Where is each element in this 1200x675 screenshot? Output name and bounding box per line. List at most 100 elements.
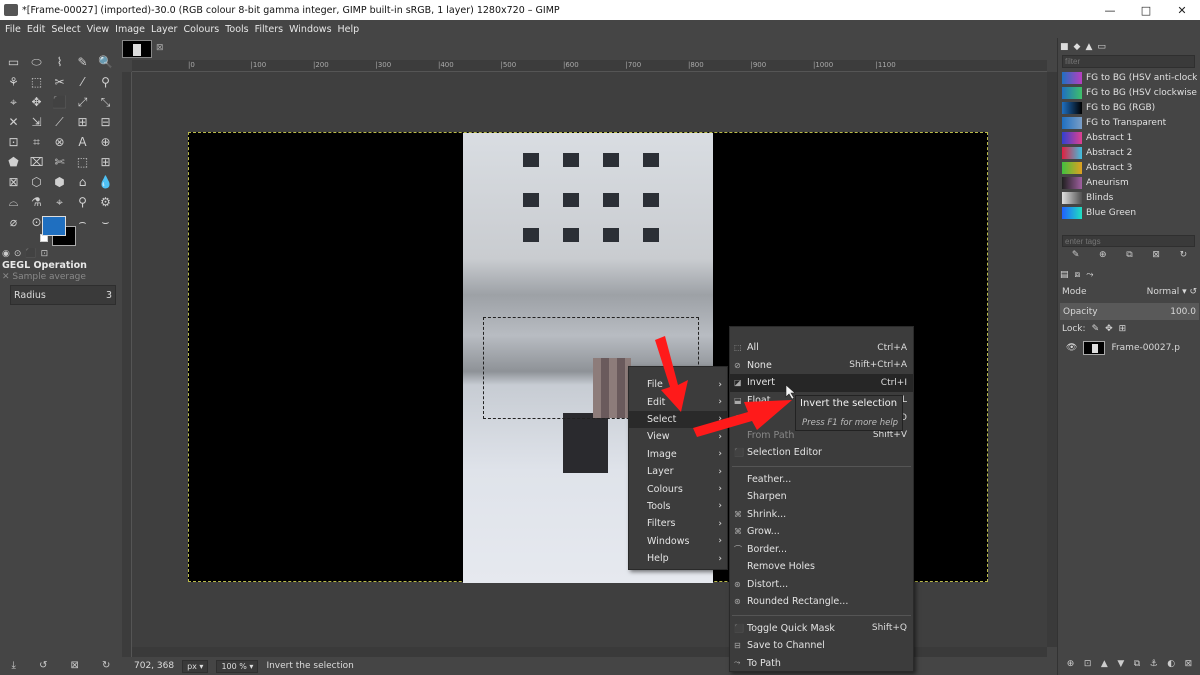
undo-history-tab-icon[interactable]: ⬛ — [25, 249, 36, 259]
tool-icon[interactable]: ⟋ — [48, 112, 71, 132]
tool-icon[interactable]: ⌗ — [25, 132, 48, 152]
device-status-tab-icon[interactable]: ⊙ — [14, 249, 22, 259]
tool-icon[interactable]: ⬚ — [71, 152, 94, 172]
select-menu-item[interactable]: ⬚ All Ctrl+A — [730, 339, 913, 357]
paths-tab-icon[interactable]: ⤳ — [1086, 270, 1093, 280]
gradient-item[interactable]: Abstract 2 — [1062, 145, 1197, 160]
context-item-layer[interactable]: Layer › — [629, 463, 727, 480]
tool-icon[interactable]: ⚲ — [94, 72, 117, 92]
mask-layer-icon[interactable]: ◐ — [1167, 659, 1175, 669]
gradient-filter-input[interactable] — [1062, 55, 1195, 68]
select-menu-item[interactable]: ⌘ Grow... — [730, 523, 913, 541]
tool-icon[interactable]: ⌧ — [25, 152, 48, 172]
tool-icon[interactable]: ⬛ — [48, 92, 71, 112]
tool-icon[interactable]: 💧 — [94, 172, 117, 192]
gradient-item[interactable]: Abstract 3 — [1062, 160, 1197, 175]
context-item-view[interactable]: View › — [629, 428, 727, 445]
menu-filters[interactable]: Filters — [252, 24, 286, 35]
gradient-item[interactable]: Abstract 1 — [1062, 130, 1197, 145]
image-tab-thumbnail[interactable] — [122, 40, 152, 58]
unit-select[interactable]: px ▾ — [182, 659, 209, 673]
mode-select[interactable]: Normal ▾ ↺ — [1147, 287, 1197, 297]
horizontal-ruler[interactable]: |0 |100 |200 |300 |400 |500 |600 |700 |800 |900 |1… — [132, 60, 1047, 72]
new-layer-icon[interactable]: ⊕ — [1067, 659, 1075, 669]
select-menu-item[interactable]: ⊘ None Shift+Ctrl+A — [730, 357, 913, 375]
context-item-edit[interactable]: Edit › — [629, 393, 727, 410]
select-menu-item[interactable]: ◪ Invert Ctrl+I — [730, 374, 913, 392]
maximize-button[interactable]: □ — [1128, 4, 1164, 17]
tool-icon[interactable]: ⊟ — [94, 112, 117, 132]
radius-spinner[interactable]: Radius 3 — [10, 285, 116, 305]
gradients-tab-icon[interactable]: ▭ — [1097, 42, 1106, 52]
tool-icon[interactable]: ⬚ — [25, 72, 48, 92]
select-menu-item[interactable]: ⌒ Border... — [730, 541, 913, 559]
tool-icon[interactable]: ⊞ — [94, 152, 117, 172]
brushes-tab-icon[interactable]: ■ — [1060, 42, 1069, 52]
tool-icon[interactable]: ✕ — [2, 112, 25, 132]
context-item-file[interactable]: File › — [629, 376, 727, 393]
gradient-item[interactable]: Aneurism — [1062, 175, 1197, 190]
tool-icon[interactable]: ✥ — [25, 92, 48, 112]
save-options-icon[interactable]: ⤓ — [12, 660, 16, 671]
delete-options-icon[interactable]: ⊠ — [71, 660, 79, 671]
anchor-layer-icon[interactable]: ⚓ — [1150, 659, 1158, 669]
tool-icon[interactable]: ⌀ — [2, 212, 25, 232]
select-menu-item[interactable]: ⬛ Toggle Quick Mask Shift+Q — [730, 620, 913, 638]
tool-icon[interactable]: ⌖ — [48, 192, 71, 212]
tool-icon[interactable]: ⚘ — [2, 72, 25, 92]
duplicate-layer-icon[interactable]: ⧉ — [1134, 659, 1140, 669]
menu-view[interactable]: View — [84, 24, 113, 35]
close-button[interactable]: ✕ — [1164, 4, 1200, 17]
context-item-windows[interactable]: Windows › — [629, 533, 727, 550]
context-item-help[interactable]: Help › — [629, 550, 727, 567]
menu-file[interactable]: File — [2, 24, 24, 35]
delete-gradient-icon[interactable]: ⊠ — [1152, 250, 1160, 260]
layer-name[interactable]: Frame-00027.p — [1111, 343, 1180, 353]
tool-icon[interactable]: ⌂ — [71, 172, 94, 192]
menu-select[interactable]: Select — [48, 24, 83, 35]
tool-icon[interactable]: ⤡ — [94, 92, 117, 112]
lock-alpha-icon[interactable]: ⊞ — [1119, 324, 1127, 336]
patterns-tab-icon[interactable]: ◆ — [1074, 42, 1081, 52]
images-tab-icon[interactable]: ⊡ — [41, 249, 49, 259]
select-menu-item[interactable]: Remove Holes — [730, 558, 913, 576]
select-menu-item[interactable]: ⬛ Selection Editor — [730, 444, 913, 462]
menu-edit[interactable]: Edit — [24, 24, 48, 35]
layers-tab-icon[interactable]: ▤ — [1060, 270, 1069, 280]
vertical-scrollbar[interactable] — [1047, 72, 1057, 647]
context-item-tools[interactable]: Tools › — [629, 498, 727, 515]
context-item-select[interactable]: Select › — [629, 410, 727, 429]
menu-image[interactable]: Image — [112, 24, 148, 35]
zoom-select[interactable]: 100 % ▾ — [216, 659, 259, 673]
foreground-color-swatch[interactable] — [42, 216, 66, 236]
menu-layer[interactable]: Layer — [148, 24, 181, 35]
raise-layer-icon[interactable]: ▲ — [1101, 659, 1108, 669]
menu-tools[interactable]: Tools — [222, 24, 251, 35]
menu-colours[interactable]: Colours — [180, 24, 222, 35]
select-menu-item[interactable]: ⊟ Save to Channel — [730, 637, 913, 655]
minimize-button[interactable]: — — [1092, 4, 1128, 17]
tool-options-tab-icon[interactable]: ◉ — [2, 249, 10, 259]
layer-row[interactable]: 👁 Frame-00027.p — [1060, 339, 1199, 357]
close-tab-icon[interactable]: ⊠ — [156, 43, 164, 53]
tool-icon[interactable]: ⊗ — [48, 132, 71, 152]
context-item-image[interactable]: Image › — [629, 446, 727, 463]
layer-thumbnail[interactable] — [1083, 341, 1106, 355]
lock-position-icon[interactable]: ✥ — [1105, 324, 1113, 336]
refresh-gradients-icon[interactable]: ↻ — [1180, 250, 1188, 260]
opacity-slider[interactable]: Opacity 100.0 — [1060, 303, 1199, 320]
delete-layer-icon[interactable]: ⊠ — [1185, 659, 1193, 669]
select-menu-item[interactable]: ⌘ Shrink... — [730, 506, 913, 524]
tool-icon[interactable]: ⊠ — [2, 172, 25, 192]
tool-icon[interactable]: A — [71, 132, 94, 152]
tool-icon[interactable]: ✎ — [71, 52, 94, 72]
tool-icon[interactable]: 🔍 — [94, 52, 117, 72]
tool-icon[interactable]: ⁄ — [71, 72, 94, 92]
context-item-colours[interactable]: Colours › — [629, 480, 727, 497]
select-menu-item[interactable]: Feather... — [730, 471, 913, 489]
vertical-ruler[interactable] — [122, 72, 132, 662]
duplicate-gradient-icon[interactable]: ⧉ — [1126, 250, 1132, 260]
tool-icon[interactable]: ⌇ — [48, 52, 71, 72]
tool-icon[interactable]: ⊕ — [94, 132, 117, 152]
tool-icon[interactable]: ⚗ — [25, 192, 48, 212]
